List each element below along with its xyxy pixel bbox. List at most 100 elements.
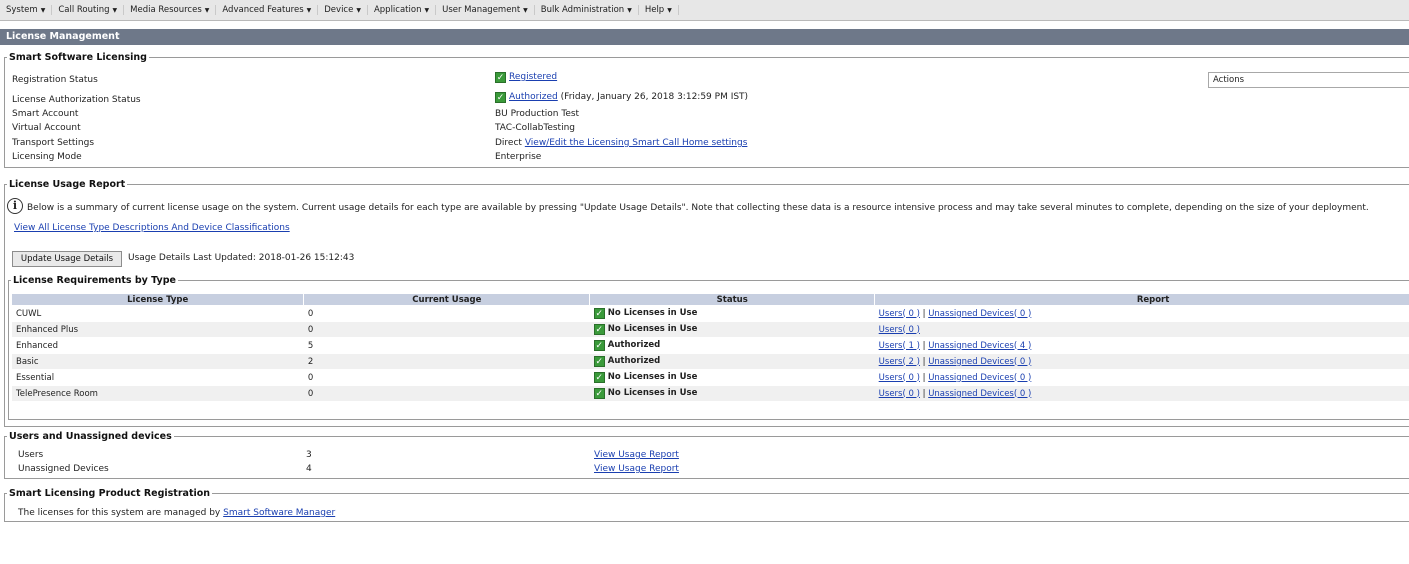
call-home-settings-link[interactable]: View/Edit the Licensing Smart Call Home … [525,138,748,148]
menu-user-management[interactable]: User Management ▼ [436,5,535,15]
info-icon: i [7,198,23,214]
report-cell: Users( 0 ) [874,321,1409,338]
users-report-link[interactable]: Users( 0 ) [879,389,920,399]
link-separator: | [922,308,926,319]
report-cell: Users( 0 ) | Unassigned Devices( 0 ) [874,385,1409,401]
licensing-mode-value: Enterprise [495,152,542,162]
menu-advanced-features[interactable]: Advanced Features ▼ [216,5,319,15]
usage-cell: 0 [303,321,590,338]
link-separator: | [922,388,926,399]
virtual-account-label: Virtual Account [12,123,81,133]
license-descriptions-link[interactable]: View All License Type Descriptions And D… [14,223,290,233]
menu-help[interactable]: Help ▼ [639,5,679,15]
table-row: Basic 2 ✓ Authorized Users( 2 ) | Unassig… [12,353,1409,370]
status-text: No Licenses in Use [607,372,698,382]
check-icon: ✓ [593,340,605,351]
users-count: 3 [306,450,312,460]
usage-cell: 2 [303,353,590,370]
menu-label: Help [644,5,665,15]
menu-bulk-administration[interactable]: Bulk Administration ▼ [535,5,639,15]
check-icon: ✓ [593,324,605,335]
unassigned-devices-link[interactable]: Unassigned Devices( 0 ) [928,373,1031,383]
link-separator: | [922,356,926,367]
authorized-link[interactable]: Authorized [509,92,558,102]
menu-application[interactable]: Application ▼ [368,5,437,15]
menu-label: System [6,5,38,15]
unassigned-devices-link[interactable]: Unassigned Devices( 0 ) [928,309,1031,319]
check-icon: ✓ [593,356,605,367]
status-cell: ✓ No Licenses in Use [589,369,875,386]
menu-call-routing[interactable]: Call Routing ▼ [52,5,125,15]
menu-media-resources[interactable]: Media Resources ▼ [124,5,217,15]
users-report-link[interactable]: Users( 0 ) [879,325,920,335]
usage-cell: 0 [303,385,590,401]
chevron-down-icon: ▼ [424,7,430,14]
unassigned-devices-link[interactable]: Unassigned Devices( 0 ) [928,389,1031,399]
check-icon: ✓ [593,372,605,383]
status-text: No Licenses in Use [607,388,698,398]
chevron-down-icon: ▼ [627,7,632,14]
auth-timestamp: (Friday, January 26, 2018 3:12:59 PM IST… [560,92,749,102]
check-icon: ✓ [593,308,605,319]
update-usage-details-button[interactable]: Update Usage Details [12,251,122,267]
unassigned-devices-label: Unassigned Devices [18,464,109,474]
menu-system[interactable]: System ▼ [0,5,53,15]
chevron-down-icon: ▼ [356,7,361,14]
status-text: Authorized [607,356,661,366]
menu-bar: System ▼ Call Routing ▼ Media Resources ▼ A… [0,0,1409,21]
chevron-down-icon: ▼ [204,7,210,14]
chevron-down-icon: ▼ [40,7,46,14]
registration-status-label: Registration Status [12,75,98,85]
status-text: Authorized [607,340,661,350]
usage-cell: 0 [303,305,590,322]
unassigned-usage-report-link[interactable]: View Usage Report [594,464,679,474]
report-cell: Users( 0 ) | Unassigned Devices( 0 ) [874,369,1409,386]
column-header-license-type: License Type [12,294,305,306]
check-icon: ✓ [593,388,605,399]
auth-status-value: ✓ Authorized (Friday, January 26, 2018 3:… [495,92,748,103]
unassigned-devices-link[interactable]: Unassigned Devices( 0 ) [928,357,1031,367]
menu-device[interactable]: Device ▼ [318,5,368,15]
license-requirements-table: License Type Current Usage Status Report… [12,294,1409,401]
transport-settings-label: Transport Settings [12,138,95,148]
status-text: No Licenses in Use [607,324,698,334]
usage-cell: 5 [303,337,590,354]
section-legend: License Usage Report [9,179,126,190]
menu-label: Application [373,5,422,15]
users-usage-report-link[interactable]: View Usage Report [594,450,679,460]
status-cell: ✓ Authorized [589,337,875,354]
license-type-cell: Essential [12,369,304,386]
managed-by-text: The licenses for this system are managed… [18,508,221,518]
unassigned-devices-link[interactable]: Unassigned Devices( 4 ) [928,341,1031,351]
product-registration-text: The licenses for this system are managed… [18,508,335,518]
check-icon: ✓ [495,92,506,103]
users-label: Users [18,450,44,460]
actions-select[interactable]: Actions [1208,72,1409,88]
users-report-link[interactable]: Users( 0 ) [879,309,920,319]
license-type-cell: CUWL [12,305,304,322]
smart-account-label: Smart Account [12,109,79,119]
license-type-cell: Enhanced Plus [12,321,304,338]
chevron-down-icon: ▼ [306,7,312,14]
auth-status-label: License Authorization Status [12,95,141,105]
table-row: Essential 0 ✓ No Licenses in Use Users( 0… [12,369,1409,386]
chevron-down-icon: ▼ [112,7,118,14]
smart-software-manager-link[interactable]: Smart Software Manager [223,508,335,518]
link-separator: | [922,340,926,351]
column-header-status: Status [589,294,876,306]
status-cell: ✓ No Licenses in Use [589,321,875,338]
users-report-link[interactable]: Users( 2 ) [879,357,920,367]
unassigned-devices-count: 4 [306,464,312,474]
page-title: License Management [0,29,1409,45]
check-icon: ✓ [495,72,506,83]
report-cell: Users( 2 ) | Unassigned Devices( 0 ) [874,353,1409,370]
users-report-link[interactable]: Users( 1 ) [879,341,920,351]
transport-settings-value: Direct View/Edit the Licensing Smart Cal… [495,138,747,148]
menu-label: Call Routing [58,5,110,15]
registered-link[interactable]: Registered [509,72,557,82]
license-type-cell: Enhanced [12,337,304,354]
table-row: TelePresence Room 0 ✓ No Licenses in Use … [12,385,1409,401]
users-report-link[interactable]: Users( 0 ) [879,373,920,383]
transport-mode: Direct [495,138,522,148]
license-type-cell: TelePresence Room [12,385,304,401]
